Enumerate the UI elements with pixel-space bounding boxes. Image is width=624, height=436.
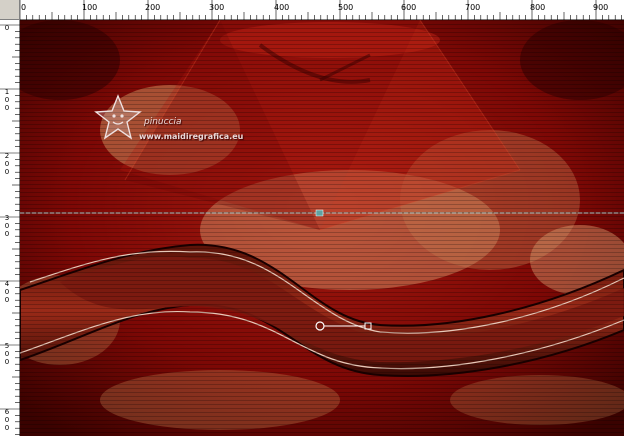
watermark-site: www.maidiregrafica.eu (139, 132, 244, 141)
hruler-label-300: 300 (209, 3, 225, 12)
watermark-name: pinuccia (144, 117, 182, 127)
hruler-label-600: 600 (401, 3, 417, 12)
hruler-label-200: 200 (145, 3, 161, 12)
hruler-label-700: 700 (465, 3, 481, 12)
vertical-ruler[interactable]: 0 100 200 300 400 500 600 (0, 20, 20, 436)
hruler-label-900: 900 (593, 3, 609, 12)
hruler-label-400: 400 (274, 3, 290, 12)
image-canvas[interactable]: pinuccia www.maidiregrafica.eu (20, 20, 624, 436)
hruler-label-500: 500 (338, 3, 354, 12)
scanline-overlay (20, 20, 624, 436)
hruler-label-0: 0 (21, 3, 27, 12)
guide-handle[interactable] (315, 209, 324, 217)
horizontal-ruler[interactable]: 0 100 200 300 400 500 600 700 800 900 (0, 0, 624, 20)
hruler-label-100: 100 (82, 3, 98, 12)
hruler-label-800: 800 (530, 3, 546, 12)
ruler-corner (0, 0, 20, 20)
